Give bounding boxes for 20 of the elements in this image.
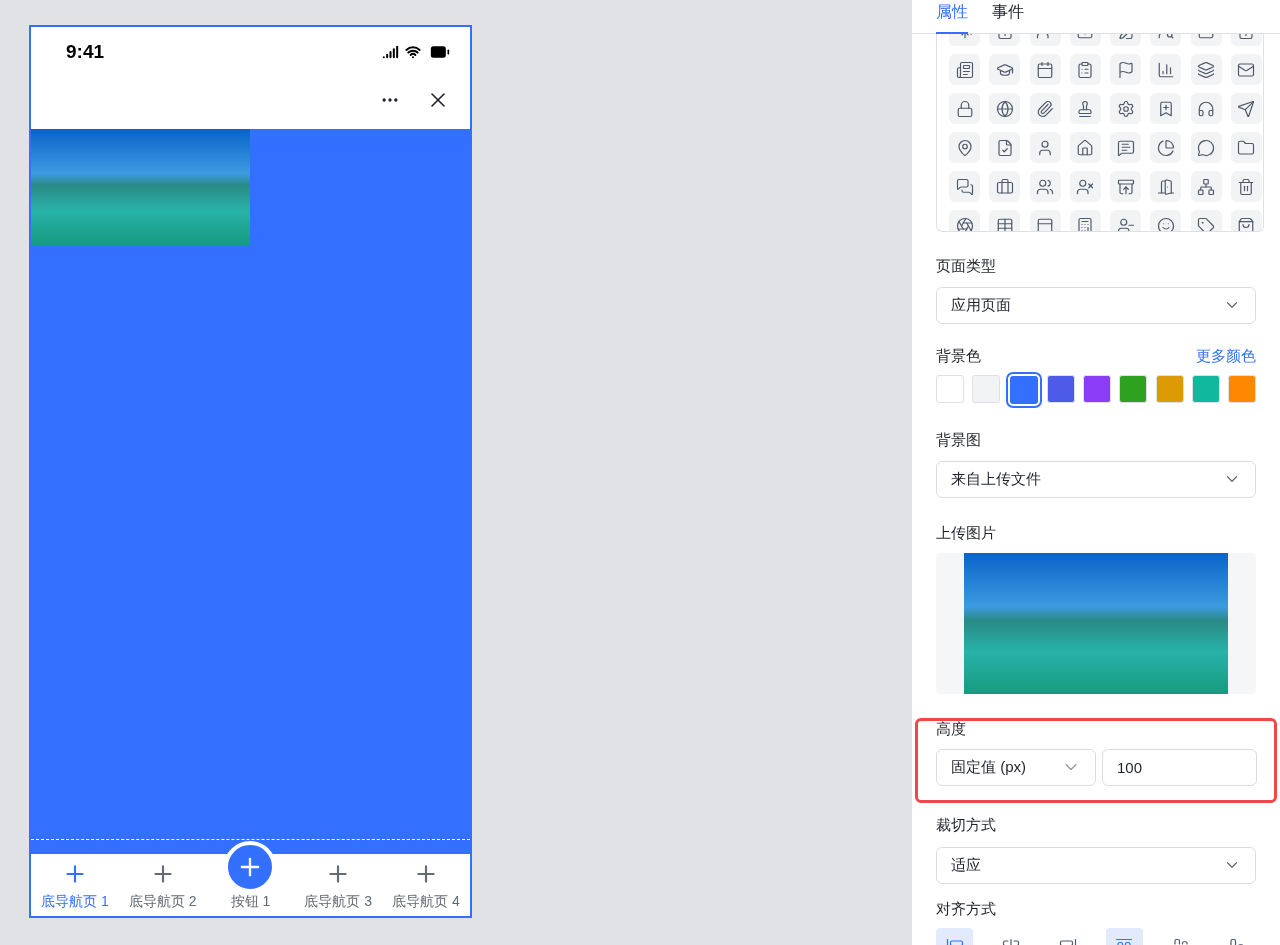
panel-tab[interactable]: 事件 xyxy=(992,0,1024,34)
tab-bar-item[interactable]: 底导航页 4 xyxy=(382,861,470,912)
background-image-select[interactable]: 来自上传文件 xyxy=(936,460,1256,498)
more-colors-link[interactable]: 更多颜色 xyxy=(1196,344,1256,367)
crop-select[interactable]: 适应 xyxy=(936,846,1256,884)
tab-bar-item[interactable]: 底导航页 1 xyxy=(31,861,119,912)
tab-bar-item[interactable]: 底导航页 3 xyxy=(294,861,383,912)
field-label: 高度 xyxy=(936,719,967,739)
status-time: 9:41 xyxy=(66,39,105,64)
tab-bar-item[interactable]: 底导航页 2 xyxy=(118,861,207,912)
height-mode-select[interactable]: 固定值 (px) xyxy=(936,748,1096,786)
height-input[interactable]: 100 xyxy=(1102,748,1257,786)
field-label: 对齐方式 xyxy=(936,898,997,919)
field-label: 背景图 xyxy=(936,430,982,450)
page-type-select[interactable]: 应用页面 xyxy=(936,286,1256,324)
field-label: 背景色 xyxy=(936,345,981,366)
field-label: 裁切方式 xyxy=(936,815,997,835)
center-add-button[interactable]: 按钮 1 xyxy=(206,841,295,912)
field-label: 上传图片 xyxy=(936,522,997,543)
field-label: 页面类型 xyxy=(936,256,997,276)
